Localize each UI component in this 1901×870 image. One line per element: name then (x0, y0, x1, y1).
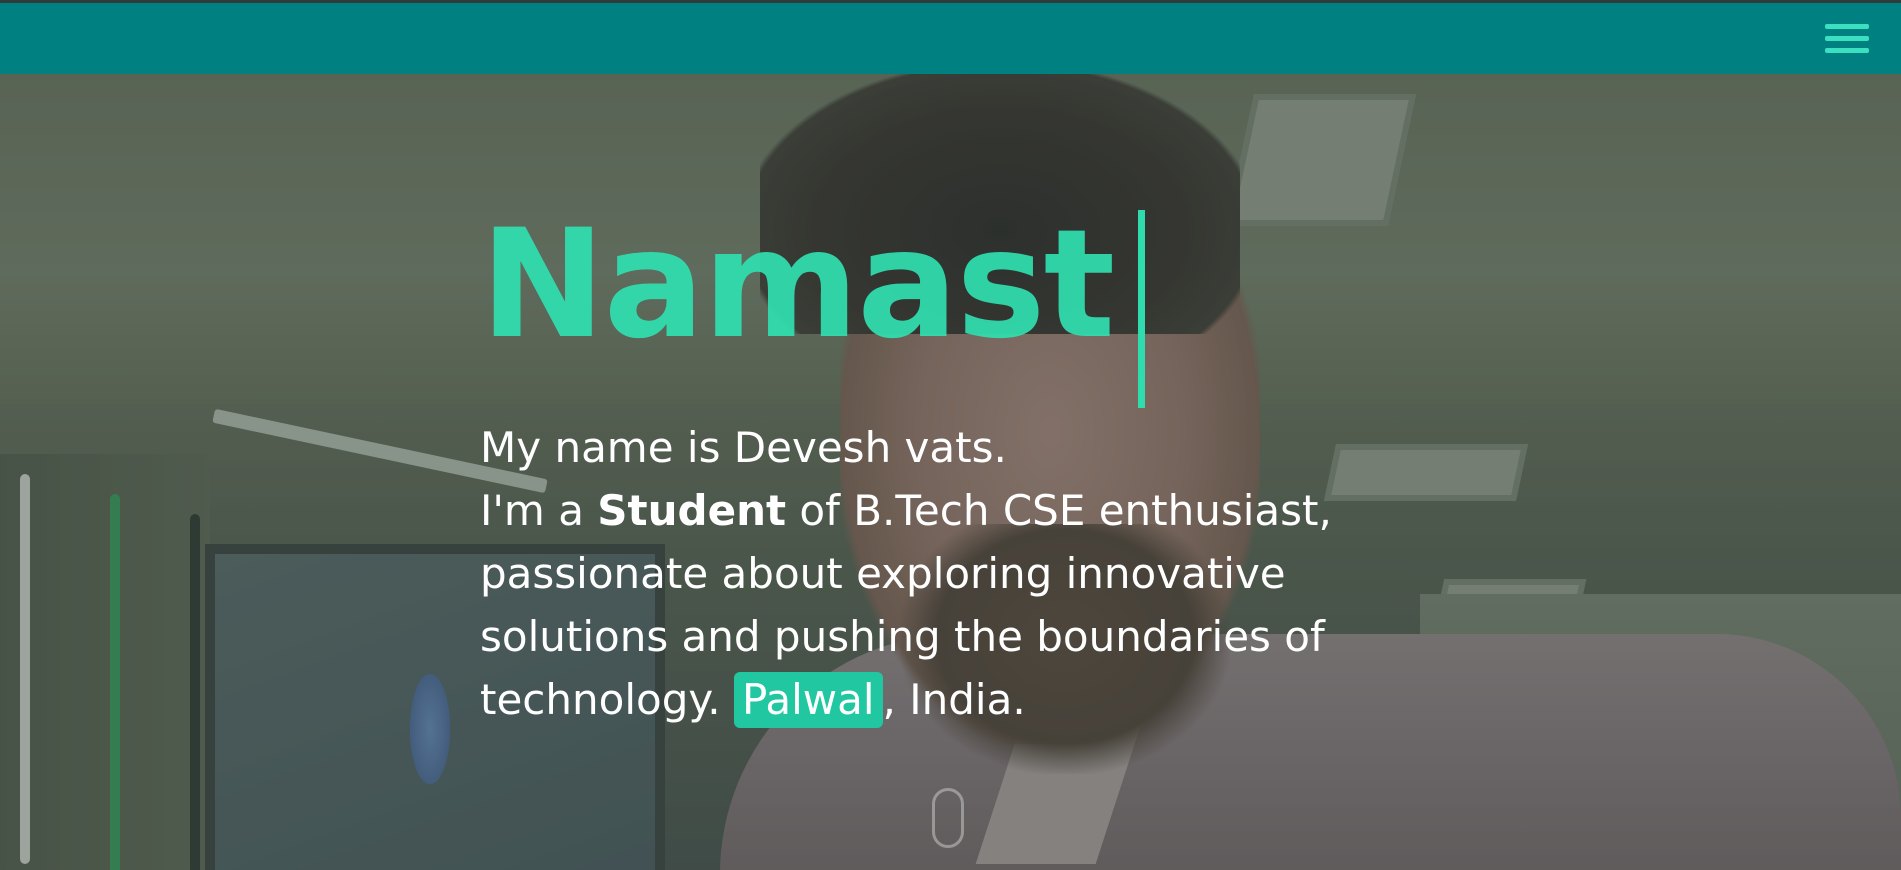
intro-text: My name is Devesh vats. I'm a Student of… (480, 416, 1440, 731)
top-navbar (0, 0, 1901, 74)
typed-greeting: Namast (480, 198, 1115, 372)
location-suffix: , India. (882, 675, 1026, 724)
menu-bar-top (1825, 24, 1869, 29)
menu-bar-bottom (1825, 48, 1869, 53)
scroll-down-indicator[interactable] (932, 788, 964, 848)
page: Namast My name is Devesh vats. I'm a Stu… (0, 0, 1901, 870)
intro-role: Student (597, 486, 787, 535)
intro-line-name: My name is Devesh vats. (480, 423, 1007, 472)
hero-content: Namast My name is Devesh vats. I'm a Stu… (480, 210, 1440, 731)
intro-prefix: I'm a (480, 486, 598, 535)
typing-cursor (1138, 210, 1145, 408)
location-tag: Palwal (733, 672, 883, 728)
menu-bar-middle (1825, 36, 1869, 41)
hamburger-menu-icon[interactable] (1825, 24, 1869, 56)
